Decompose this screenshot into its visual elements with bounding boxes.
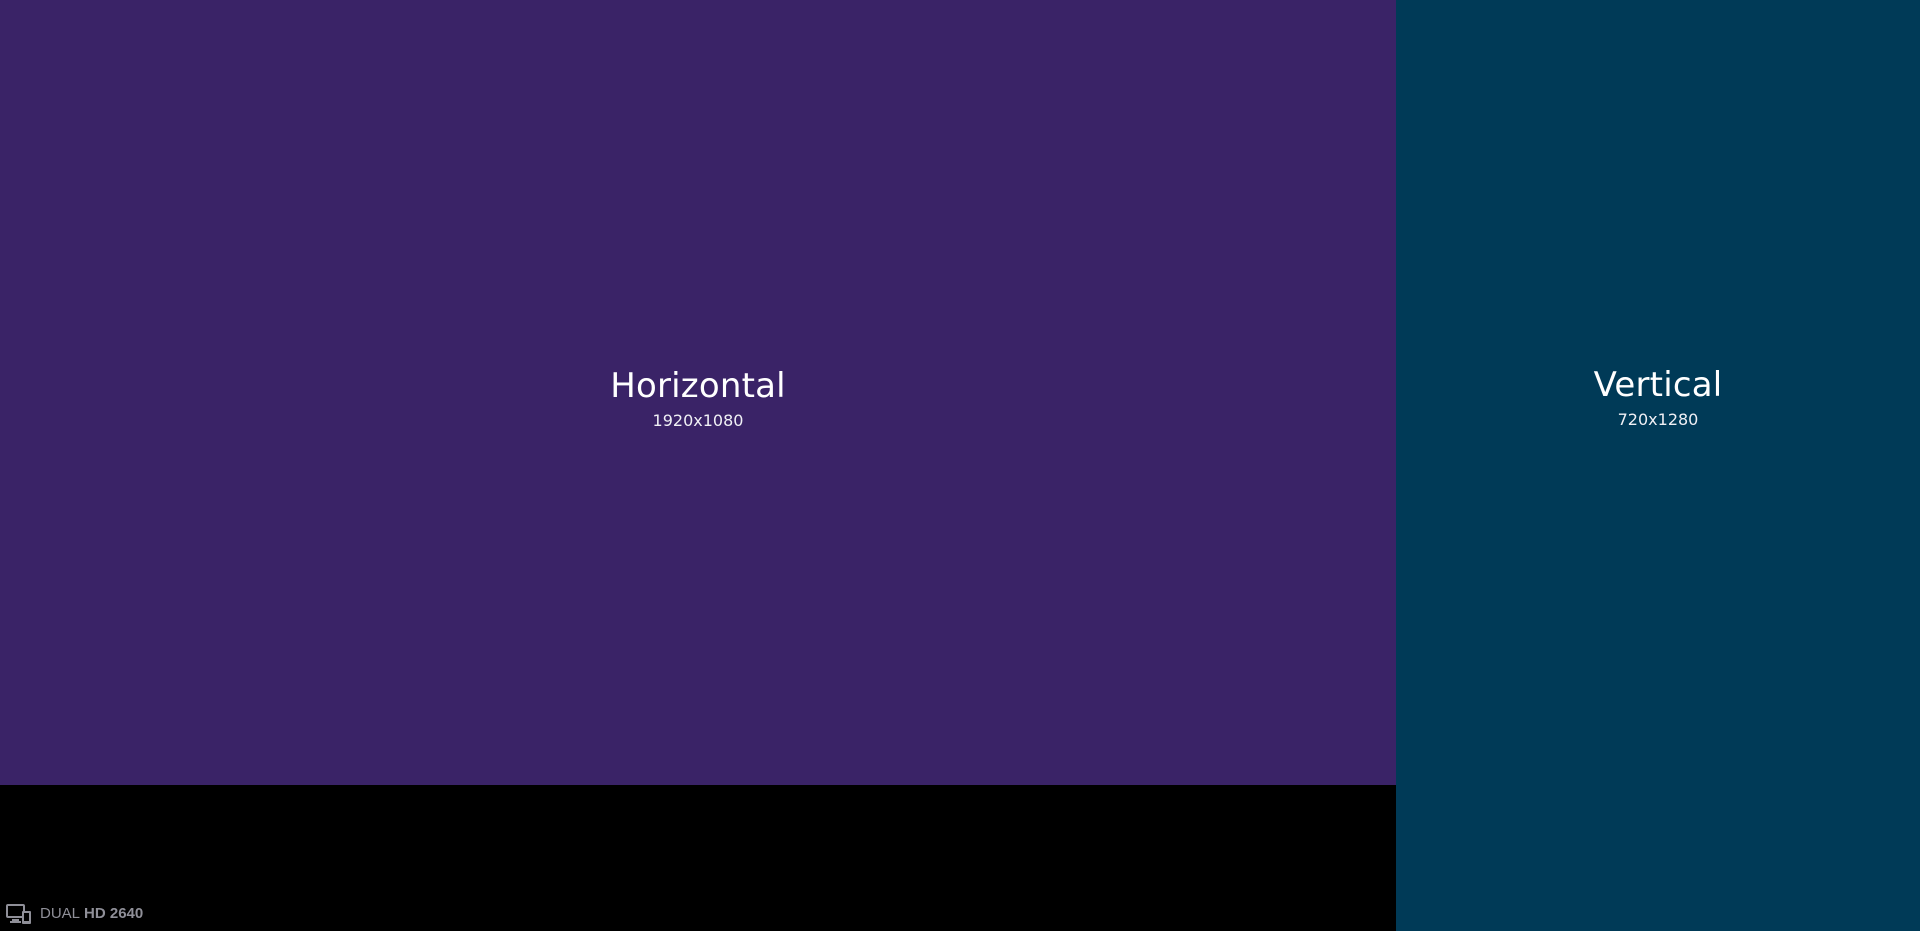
badge-prefix: DUAL <box>40 905 81 922</box>
zone-vertical-title: Vertical <box>1593 364 1723 405</box>
badge-model: HD 2640 <box>84 905 144 922</box>
zone-horizontal-title: Horizontal <box>610 365 786 406</box>
layout-badge: DUAL HD 2640 <box>6 903 143 925</box>
dual-display-icon <box>6 904 31 924</box>
badge-label: DUAL HD 2640 <box>40 905 143 923</box>
zone-vertical[interactable]: Vertical 720x1280 <box>1396 0 1920 931</box>
zone-horizontal[interactable]: Horizontal 1920x1080 <box>0 0 1396 785</box>
zone-horizontal-resolution: 1920x1080 <box>652 410 744 430</box>
unused-area <box>0 785 1396 931</box>
layout-preview: Horizontal 1920x1080 Vertical 720x1280 D… <box>0 0 1920 931</box>
zone-vertical-content: Vertical 720x1280 <box>1594 365 1723 431</box>
zone-vertical-resolution: 720x1280 <box>1617 409 1699 429</box>
zone-horizontal-content: Horizontal 1920x1080 <box>610 366 786 432</box>
